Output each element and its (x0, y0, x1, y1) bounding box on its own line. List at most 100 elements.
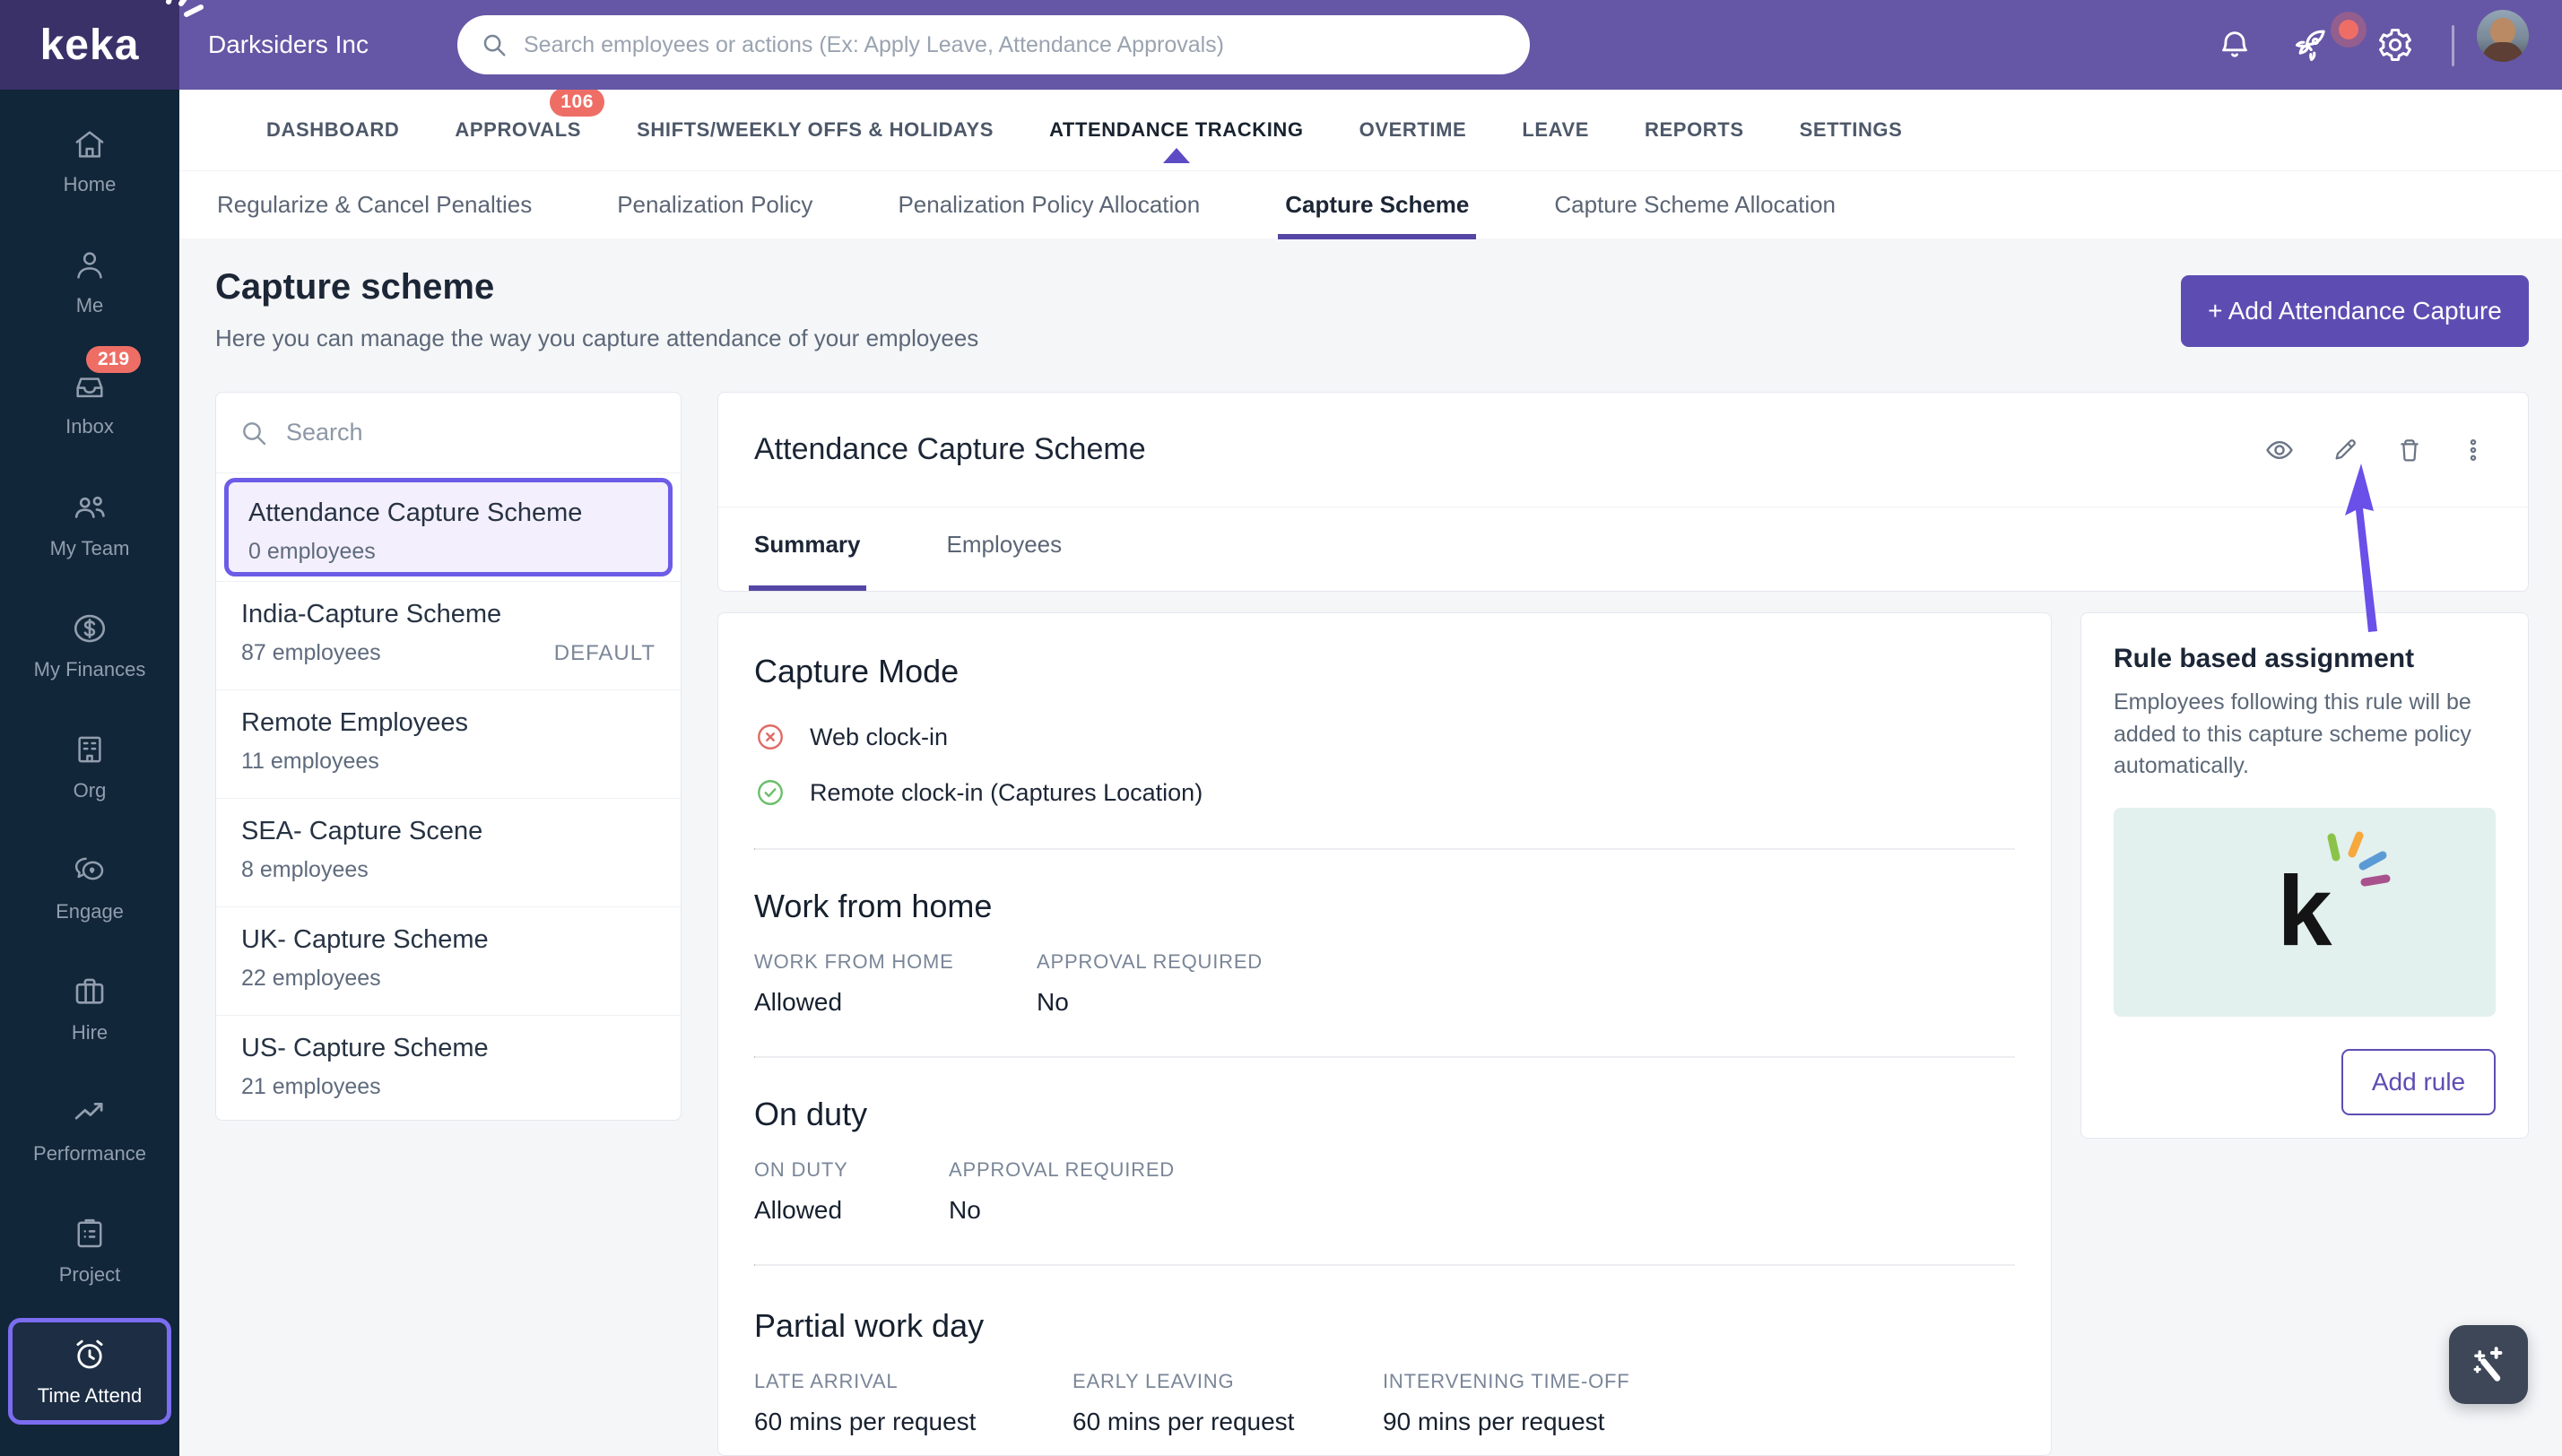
on-duty-heading: On duty (754, 1096, 2015, 1133)
scheme-employee-count: 22 employees (241, 966, 381, 992)
section-divider (754, 848, 2015, 850)
tab-dashboard[interactable]: DASHBOARD (266, 118, 399, 142)
on-duty-approval-field: APPROVAL REQUIRED No (949, 1158, 1175, 1225)
search-icon (481, 31, 508, 58)
wfh-allowed-field: WORK FROM HOME Allowed (754, 950, 1037, 1017)
tab-employees[interactable]: Employees (947, 531, 1063, 591)
capture-mode-web-clock-in: Web clock-in (754, 721, 2015, 753)
search-icon (239, 419, 268, 447)
tab-settings[interactable]: SETTINGS (1800, 118, 1903, 142)
rail-item-home[interactable]: Home (0, 100, 179, 221)
add-rule-button[interactable]: Add rule (2341, 1049, 2496, 1115)
global-search[interactable] (457, 15, 1530, 74)
company-name: Darksiders Inc (208, 0, 369, 90)
scheme-search[interactable] (216, 393, 681, 473)
more-kebab-icon[interactable] (2460, 437, 2487, 464)
rail-item-inbox[interactable]: 219 Inbox (0, 342, 179, 464)
scheme-list-item[interactable]: SEA- Capture Scene 8 employees (216, 799, 681, 907)
tab-summary[interactable]: Summary (754, 531, 861, 591)
scheme-name: Attendance Capture Scheme (248, 498, 648, 528)
scheme-name: UK- Capture Scheme (241, 925, 656, 955)
scheme-list-item[interactable]: US- Capture Scheme 21 employees (216, 1016, 681, 1124)
early-leaving-field: EARLY LEAVING 60 mins per request (1073, 1370, 1383, 1436)
rail-label: Time Attend (38, 1384, 143, 1408)
rail-item-org[interactable]: Org (0, 706, 179, 827)
subtab-capture-scheme-allocation[interactable]: Capture Scheme Allocation (1554, 171, 1836, 239)
scheme-list-item[interactable]: India-Capture Scheme 87 employees DEFAUL… (216, 582, 681, 690)
keka-logo[interactable]: keka (0, 0, 179, 90)
engage-chat-icon (71, 852, 109, 889)
settings-gear-icon[interactable] (2376, 0, 2414, 90)
section-divider (754, 1056, 2015, 1058)
project-clipboard-icon (71, 1215, 109, 1252)
delete-trash-icon[interactable] (2395, 436, 2424, 464)
scheme-name: US- Capture Scheme (241, 1034, 656, 1063)
scheme-employee-count: 87 employees (241, 640, 381, 666)
scheme-list-item[interactable]: Remote Employees 11 employees (216, 690, 681, 799)
rail-item-hire[interactable]: Hire (0, 948, 179, 1069)
inbox-count-badge: 219 (86, 346, 141, 373)
view-eye-icon[interactable] (2264, 435, 2295, 465)
keka-k-rays-icon (2323, 827, 2399, 904)
scheme-detail-tabs: Summary Employees (718, 507, 2528, 591)
scheme-list-item-selected[interactable]: Attendance Capture Scheme 0 employees (216, 473, 681, 582)
time-attend-clock-icon (71, 1336, 109, 1374)
magic-wand-fab[interactable] (2449, 1325, 2528, 1404)
rail-label: Org (74, 779, 107, 802)
edit-pencil-icon[interactable] (2331, 436, 2359, 464)
rail-item-my-finances[interactable]: My Finances (0, 585, 179, 706)
intervening-time-off-field: INTERVENING TIME-OFF 90 mins per request (1383, 1370, 1630, 1436)
me-person-icon (72, 247, 108, 283)
rail-label: My Finances (34, 658, 146, 681)
rail-label: Engage (56, 900, 124, 923)
rail-label: Inbox (65, 415, 114, 438)
enabled-circle-check-icon (754, 776, 786, 809)
user-avatar[interactable] (2477, 10, 2529, 62)
subtab-regularize-cancel-penalties[interactable]: Regularize & Cancel Penalties (217, 171, 532, 239)
tab-shifts-weekly-offs-holidays[interactable]: SHIFTS/WEEKLY OFFS & HOLIDAYS (637, 118, 994, 142)
rail-item-performance[interactable]: Performance (0, 1069, 179, 1190)
page-title: Capture scheme (215, 267, 494, 308)
rail-item-my-team[interactable]: My Team (0, 464, 179, 585)
tab-attendance-tracking[interactable]: ATTENDANCE TRACKING (1049, 118, 1304, 142)
rail-item-engage[interactable]: Engage (0, 827, 179, 948)
capture-mode-remote-clock-in: Remote clock-in (Captures Location) (754, 776, 2015, 809)
whats-new-rocket-icon[interactable] (2292, 0, 2332, 90)
scheme-employee-count: 0 employees (248, 539, 376, 565)
rule-panel-title: Rule based assignment (2114, 644, 2496, 674)
scheme-name: SEA- Capture Scene (241, 817, 656, 846)
work-from-home-heading: Work from home (754, 888, 2015, 925)
rule-based-assignment-card: Rule based assignment Employees followin… (2080, 612, 2529, 1139)
keka-logo-text: keka (40, 21, 140, 70)
notifications-bell-icon[interactable] (2217, 0, 2253, 90)
rule-illustration: k (2114, 808, 2496, 1017)
scheme-name: India-Capture Scheme (241, 600, 656, 629)
finance-dollar-icon (71, 610, 109, 647)
tab-leave[interactable]: LEAVE (1522, 118, 1589, 142)
scheme-summary-card: Capture Mode Web clock-in Remote clock-i… (717, 612, 2052, 1456)
subtab-penalization-policy[interactable]: Penalization Policy (617, 171, 812, 239)
keka-k-logo: k (2277, 862, 2332, 961)
rail-item-me[interactable]: Me (0, 221, 179, 342)
wfh-approval-field: APPROVAL REQUIRED No (1037, 950, 1263, 1017)
rail-item-time-attend[interactable]: Time Attend (0, 1311, 179, 1432)
performance-trend-icon (71, 1094, 109, 1131)
rail-item-project[interactable]: Project (0, 1190, 179, 1311)
disabled-circle-x-icon (754, 721, 786, 753)
selected-item-highlight: Attendance Capture Scheme 0 employees (224, 478, 673, 576)
tab-overtime[interactable]: OVERTIME (1359, 118, 1467, 142)
scheme-list-item[interactable]: UK- Capture Scheme 22 employees (216, 907, 681, 1016)
tab-reports[interactable]: REPORTS (1645, 118, 1744, 142)
subtab-penalization-policy-allocation[interactable]: Penalization Policy Allocation (898, 171, 1200, 239)
subtab-capture-scheme[interactable]: Capture Scheme (1285, 171, 1469, 239)
capture-mode-heading: Capture Mode (754, 653, 2015, 690)
global-search-input[interactable] (524, 32, 1507, 58)
add-attendance-capture-button[interactable]: + Add Attendance Capture (2181, 275, 2529, 347)
scheme-search-input[interactable] (286, 419, 657, 446)
scheme-employee-count: 8 employees (241, 857, 369, 883)
home-icon (72, 126, 108, 162)
page-subtitle: Here you can manage the way you capture … (215, 325, 978, 352)
late-arrival-field: LATE ARRIVAL 60 mins per request (754, 1370, 1073, 1436)
keka-logo-rays-icon (160, 0, 206, 25)
tab-approvals[interactable]: APPROVALS 106 (455, 118, 581, 142)
